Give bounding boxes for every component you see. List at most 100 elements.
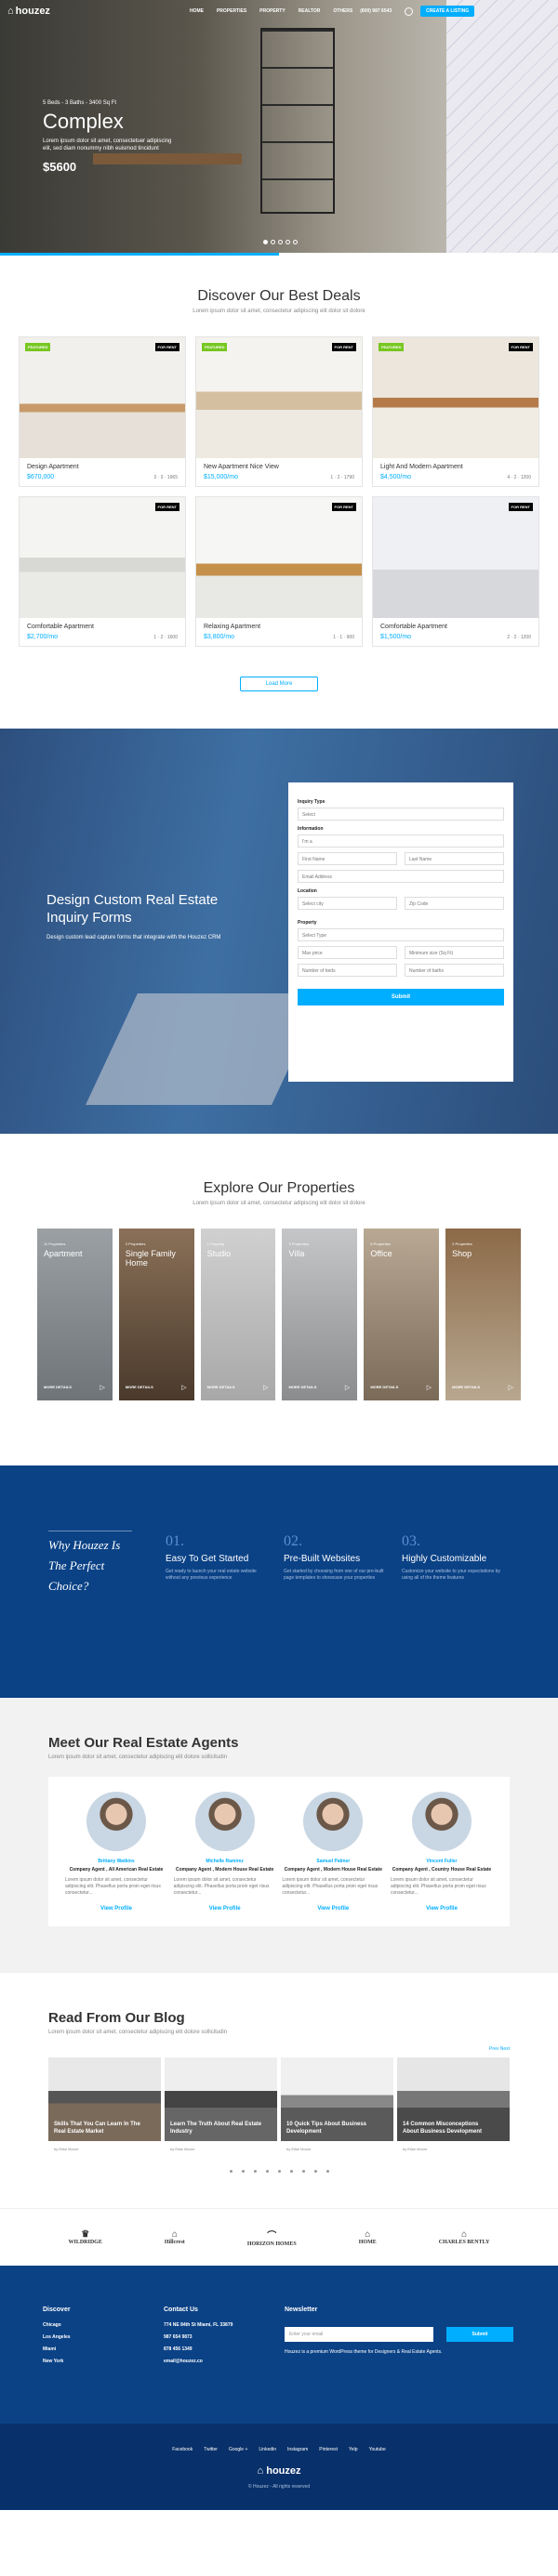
more-details-link[interactable]: MORE DETAILS [288, 1385, 316, 1389]
carousel-dot[interactable] [229, 2170, 232, 2173]
last-name-field[interactable]: Last Name [405, 852, 504, 865]
listing-image[interactable]: FEATURED FOR RENT [196, 337, 362, 458]
agent-name[interactable]: Michelle Ramirez [174, 1859, 276, 1864]
agent-name[interactable]: Brittany Watkins [65, 1859, 167, 1864]
phone-number[interactable]: (800) 987 6543 [360, 8, 392, 14]
view-profile-link[interactable]: View Profile [282, 1906, 384, 1912]
beds-field[interactable]: Number of beds [298, 964, 397, 977]
footer-fax[interactable]: 878 456 1349 [164, 2346, 232, 2352]
carousel-dot[interactable] [326, 2170, 329, 2173]
property-type-tile[interactable]: 11 Properties Apartment MORE DETAILS ▷ [37, 1229, 113, 1400]
blog-post-title[interactable]: 14 Common Misconceptions About Business … [403, 2121, 496, 2136]
inquiry-type-select[interactable]: Select [298, 808, 504, 821]
min-size-field[interactable]: Minimum size (Sq Ft) [405, 946, 504, 959]
footer-city-link[interactable]: Los Angeles [43, 2334, 71, 2340]
more-details-link[interactable]: MORE DETAILS [44, 1385, 72, 1389]
more-details-link[interactable]: MORE DETAILS [370, 1385, 398, 1389]
carousel-dot[interactable] [265, 2170, 269, 2173]
listing-image[interactable]: FOR RENT [373, 497, 538, 618]
partner-logo[interactable]: ⌂ CHARLES BENTLY [439, 2229, 490, 2245]
twitter-link[interactable]: Twitter [204, 2447, 218, 2452]
blog-post-card[interactable]: 10 Quick Tips About Business Development… [281, 2057, 393, 2151]
carousel-dot[interactable] [277, 2170, 281, 2173]
agent-avatar[interactable] [411, 1792, 472, 1851]
listing-card[interactable]: FEATURED FOR RENT New Apartment Nice Vie… [195, 336, 363, 487]
slider-dot[interactable] [286, 240, 290, 244]
listing-card[interactable]: FOR RENT Comfortable Apartment $1,500/mo… [372, 496, 539, 647]
blog-post-card[interactable]: Learn The Truth About Real Estate Indust… [165, 2057, 277, 2151]
slider-dot[interactable] [278, 240, 283, 244]
property-type-tile[interactable]: 5 Properties Office MORE DETAILS ▷ [364, 1229, 440, 1400]
partner-logo[interactable]: ♛ WILDRIDGE [69, 2229, 102, 2245]
carousel-dot[interactable] [301, 2170, 305, 2173]
partner-logo[interactable]: ⌒ HORIZON HOMES [247, 2228, 297, 2247]
more-details-link[interactable]: MORE DETAILS [207, 1385, 235, 1389]
listing-image[interactable]: FEATURED FOR RENT [20, 337, 185, 458]
max-price-field[interactable]: Max price [298, 946, 397, 959]
footer-phone[interactable]: 987 654 9873 [164, 2334, 232, 2340]
city-select[interactable]: Select city [298, 897, 397, 910]
agent-name[interactable]: Samuel Palmer [282, 1859, 384, 1864]
property-type-select[interactable]: Select Type [298, 928, 504, 941]
blog-post-card[interactable]: Skills That You Can Learn In The Real Es… [48, 2057, 161, 2151]
blog-post-card[interactable]: 14 Common Misconceptions About Business … [397, 2057, 510, 2151]
more-details-link[interactable]: MORE DETAILS [452, 1385, 480, 1389]
google-plus-link[interactable]: Google + [229, 2447, 247, 2452]
partner-logo[interactable]: ⌂ HOME [359, 2229, 377, 2245]
nav-property[interactable]: PROPERTY [259, 8, 286, 14]
agent-avatar[interactable] [303, 1792, 364, 1851]
load-more-button[interactable]: Load More [240, 677, 318, 691]
facebook-link[interactable]: Facebook [172, 2447, 193, 2452]
nav-home[interactable]: HOME [190, 8, 204, 14]
view-profile-link[interactable]: View Profile [65, 1906, 167, 1912]
email-field[interactable]: Email Address [298, 870, 504, 883]
footer-city-link[interactable]: New York [43, 2359, 71, 2364]
nav-others[interactable]: OTHERS [333, 8, 352, 14]
blog-post-image[interactable]: 14 Common Misconceptions About Business … [397, 2057, 510, 2141]
property-type-tile[interactable]: 2 Properties Shop MORE DETAILS ▷ [445, 1229, 521, 1400]
listing-title[interactable]: New Apartment Nice View [204, 464, 354, 470]
blog-post-title[interactable]: Learn The Truth About Real Estate Indust… [170, 2121, 263, 2136]
footer-city-link[interactable]: Miami [43, 2346, 71, 2352]
footer-city-link[interactable]: Chicago [43, 2322, 71, 2328]
slider-dot[interactable] [263, 240, 268, 244]
slider-dot[interactable] [271, 240, 275, 244]
slider-dot[interactable] [293, 240, 298, 244]
agent-avatar[interactable] [86, 1792, 146, 1851]
site-logo[interactable]: ⌂ houzez [7, 6, 50, 17]
nav-properties[interactable]: PROPERTIES [217, 8, 246, 14]
listing-image[interactable]: FOR RENT [20, 497, 185, 618]
im-a-select[interactable]: I'm a [298, 835, 504, 848]
carousel-dot[interactable] [289, 2170, 293, 2173]
listing-card[interactable]: FOR RENT Relaxing Apartment $3,800/mo 1 ·… [195, 496, 363, 647]
listing-title[interactable]: Comfortable Apartment [27, 624, 178, 630]
blog-post-image[interactable]: Skills That You Can Learn In The Real Es… [48, 2057, 161, 2141]
agent-name[interactable]: Vincent Fuller [391, 1859, 493, 1864]
property-type-tile[interactable]: 3 Properties Villa MORE DETAILS ▷ [282, 1229, 358, 1400]
blog-post-title[interactable]: Skills That You Can Learn In The Real Es… [54, 2121, 147, 2136]
submit-button[interactable]: Submit [298, 989, 504, 1005]
baths-field[interactable]: Number of baths [405, 964, 504, 977]
listing-title[interactable]: Design Apartment [27, 464, 178, 470]
carousel-dot[interactable] [241, 2170, 245, 2173]
listing-title[interactable]: Light And Modern Apartment [380, 464, 531, 470]
listing-card[interactable]: FEATURED FOR RENT Design Apartment $670,… [19, 336, 186, 487]
youtube-link[interactable]: Youtube [369, 2447, 386, 2452]
instagram-link[interactable]: Instagram [287, 2447, 308, 2452]
partner-logo[interactable]: ⌂ Hillcrest [165, 2229, 185, 2245]
nav-realtor[interactable]: REALTOR [299, 8, 321, 14]
carousel-dot[interactable] [313, 2170, 317, 2173]
blog-carousel-nav[interactable]: Prev Next [48, 2046, 510, 2052]
newsletter-submit-button[interactable]: Submit [446, 2327, 513, 2342]
linkedin-link[interactable]: Linkedin [259, 2447, 276, 2452]
listing-title[interactable]: Comfortable Apartment [380, 624, 531, 630]
blog-post-title[interactable]: 10 Quick Tips About Business Development [286, 2121, 379, 2136]
listing-image[interactable]: FEATURED FOR RENT [373, 337, 538, 458]
newsletter-email-input[interactable]: Enter your email [285, 2327, 433, 2342]
footer-logo[interactable]: ⌂ houzez [0, 2465, 558, 2477]
create-listing-button[interactable]: CREATE A LISTING [420, 6, 475, 17]
property-type-tile[interactable]: 1 Property Studio MORE DETAILS ▷ [200, 1229, 276, 1400]
zip-code-field[interactable]: Zip Code [405, 897, 504, 910]
footer-email[interactable]: email@houzez.co [164, 2359, 232, 2364]
listing-title[interactable]: Relaxing Apartment [204, 624, 354, 630]
